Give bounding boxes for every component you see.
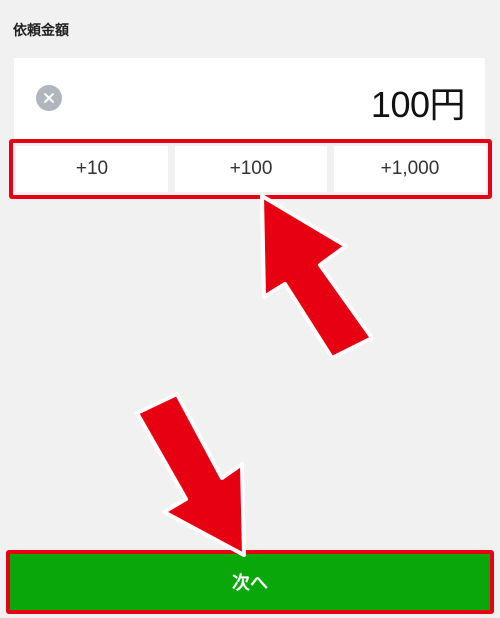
increment-100-button[interactable]: +100 bbox=[175, 146, 327, 192]
increment-buttons-highlight: +10 +100 +1,000 bbox=[9, 139, 492, 199]
next-button-highlight: 次へ bbox=[6, 550, 494, 614]
arrow-down-icon bbox=[135, 392, 246, 557]
amount-card: 100円 bbox=[14, 58, 485, 140]
next-button[interactable]: 次へ bbox=[10, 554, 490, 610]
close-icon bbox=[44, 93, 54, 103]
section-label: 依頼金額 bbox=[13, 23, 69, 39]
clear-icon[interactable] bbox=[36, 85, 62, 111]
amount-value: 100円 bbox=[370, 84, 466, 125]
increment-1000-button[interactable]: +1,000 bbox=[334, 146, 486, 192]
request-amount-screen: 依頼金額 100円 +10 +100 +1,000 次へ bbox=[0, 0, 500, 618]
arrow-up-icon bbox=[260, 194, 374, 360]
increment-10-button[interactable]: +10 bbox=[16, 146, 168, 192]
